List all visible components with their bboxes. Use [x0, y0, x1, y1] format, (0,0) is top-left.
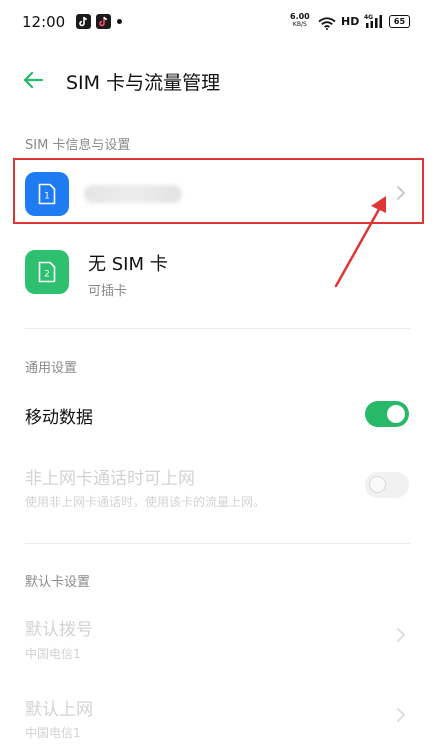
default-section-title: 默认卡设置 — [25, 575, 91, 590]
non-data-card-call-subtitle: 使用非上网卡通话时，使用该卡的流量上网。 — [25, 495, 266, 509]
default-dial-value: 中国电信1 — [25, 647, 81, 661]
status-time: 12:00 — [22, 13, 66, 31]
chevron-right-icon — [397, 708, 406, 722]
network-speed: 6.00 KB/S — [290, 12, 310, 29]
mobile-data-toggle[interactable] — [365, 401, 409, 427]
hd-indicator: HD — [341, 15, 360, 28]
mobile-data-label: 移动数据 — [25, 408, 93, 428]
default-internet-value: 中国电信1 — [25, 726, 81, 740]
wifi-icon — [318, 15, 336, 34]
status-bar: 12:00 6.00 KB/S HD 4G 65 — [0, 0, 437, 46]
sim2-row[interactable]: 2 无 SIM 卡 可插卡 — [0, 236, 437, 306]
general-section-title: 通用设置 — [25, 361, 78, 376]
back-arrow-icon[interactable] — [20, 68, 46, 92]
sim2-slot-number: 2 — [44, 270, 50, 280]
default-internet-label: 默认上网 — [25, 700, 93, 720]
page-title: SIM 卡与流量管理 — [66, 72, 221, 94]
tiktok-icon — [76, 14, 91, 29]
sim2-name: 无 SIM 卡 — [88, 254, 168, 275]
signal-label: 4G — [364, 14, 373, 21]
default-dial-label: 默认拨号 — [25, 620, 93, 640]
header: SIM 卡与流量管理 — [0, 56, 437, 104]
sim2-card-icon: 2 — [25, 250, 69, 294]
notification-dot — [117, 19, 122, 24]
divider — [25, 543, 410, 544]
battery-icon: 65 — [389, 15, 410, 28]
sim2-subtitle: 可插卡 — [88, 284, 128, 299]
toggle-knob — [387, 405, 405, 423]
signal-icon: 4G — [364, 13, 384, 33]
default-internet-row[interactable]: 默认上网 中国电信1 — [0, 686, 437, 746]
sim-section-title: SIM 卡信息与设置 — [25, 138, 131, 153]
default-dial-row[interactable]: 默认拨号 中国电信1 — [0, 605, 437, 665]
non-data-card-call-toggle[interactable] — [365, 472, 409, 498]
divider — [25, 328, 410, 329]
chevron-right-icon — [397, 628, 406, 642]
annotation-highlight-box — [13, 158, 424, 224]
non-data-card-call-label: 非上网卡通话时可上网 — [25, 469, 195, 489]
tiktok-icon-2 — [96, 14, 111, 29]
toggle-knob — [369, 476, 386, 493]
